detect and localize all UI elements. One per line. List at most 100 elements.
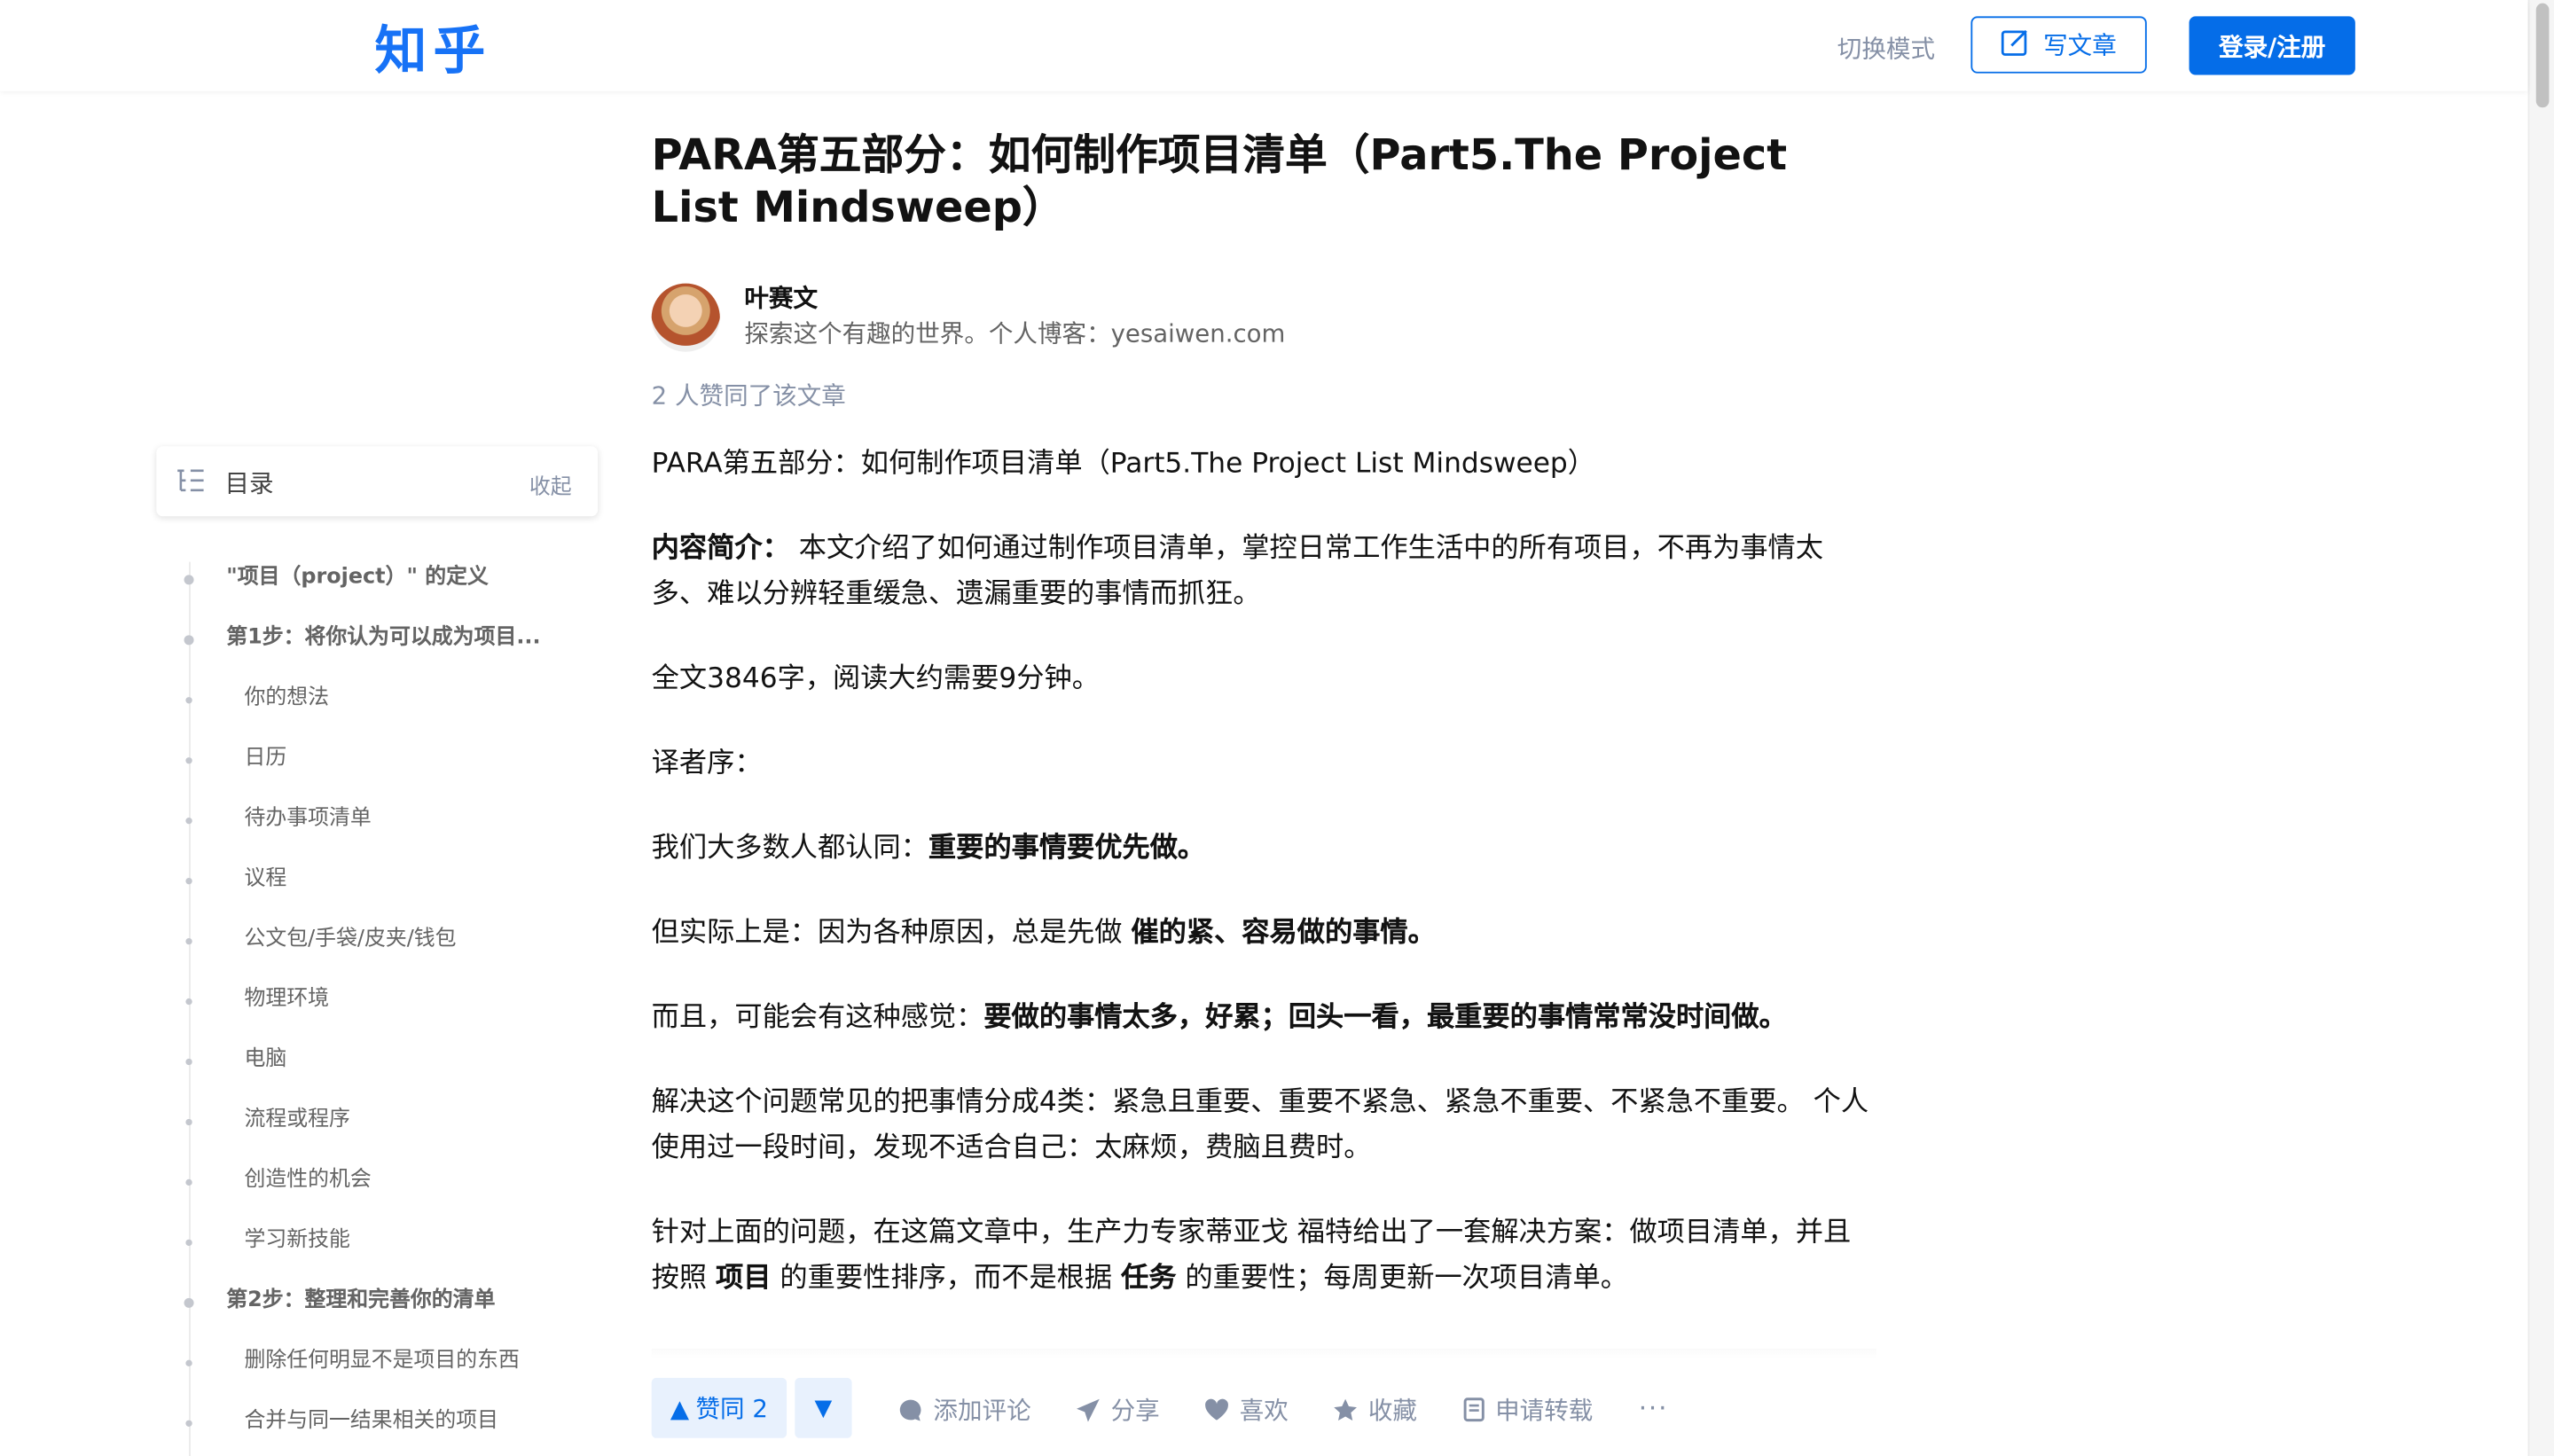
catalog-icon: [176, 467, 205, 500]
toc-bullet-icon: [185, 1118, 192, 1126]
upvote-label: 赞同 2: [695, 1394, 768, 1424]
paragraph: 针对上面的问题，在这篇文章中，生产力专家蒂亚戈 福特给出了一套解决方案：做项目清…: [652, 1210, 1876, 1302]
toc-bullet-icon: [185, 757, 192, 764]
toc-item[interactable]: 日历: [163, 732, 587, 792]
toc-item-label: 物理环境: [244, 987, 330, 1012]
upvote-count-text[interactable]: 2 人赞同了该文章: [652, 378, 1876, 412]
toc-item[interactable]: 你的想法: [163, 671, 587, 732]
heart-icon: [1203, 1397, 1229, 1422]
toc-bullet-icon: [184, 1297, 194, 1308]
avatar[interactable]: [651, 283, 720, 352]
page: 知乎 切换模式 写文章 登录/注册 目录 收起 "项目（project）" 的定…: [0, 0, 2554, 1456]
toc-title: 目录: [224, 468, 274, 499]
repost-request-button[interactable]: 申请转载: [1462, 1392, 1593, 1427]
page-scrollbar[interactable]: [2527, 0, 2554, 1456]
toc-item[interactable]: 电脑: [163, 1032, 587, 1092]
action-bar: ▲ 赞同 2 ▼ 添加评论 分享 喜欢 收藏 申请转载 ···: [651, 1377, 1890, 1440]
action-bar-divider: [651, 1348, 1876, 1358]
paragraph: 内容简介： 本文介绍了如何通过制作项目清单，掌控日常工作生活中的所有项目，不再为…: [652, 526, 1876, 617]
paper-plane-icon: [1075, 1397, 1101, 1422]
toc-item-label: 第1步：将你认为可以成为项目...: [226, 625, 541, 650]
toc-bullet-icon: [185, 697, 192, 704]
text-span: 但实际上是：因为各种原因，总是先做: [651, 917, 1132, 950]
downvote-button[interactable]: ▼: [795, 1377, 852, 1438]
toc-item-label: 日历: [244, 746, 287, 771]
toc-item-label: 流程或程序: [244, 1107, 350, 1132]
toc-item[interactable]: "项目（project）" 的定义: [163, 551, 587, 611]
share-button[interactable]: 分享: [1075, 1392, 1160, 1427]
toc-item-label: 第2步：整理和完善你的清单: [226, 1288, 496, 1313]
article-body: PARA第五部分：如何制作项目清单（Part5.The Project List…: [652, 442, 1876, 1302]
toc-item[interactable]: 物理环境: [163, 973, 587, 1033]
write-article-button[interactable]: 写文章: [1970, 16, 2147, 74]
bold-span: 项目: [716, 1262, 772, 1296]
toc-item-label: 议程: [244, 866, 287, 891]
zhihu-logo[interactable]: 知乎: [374, 10, 491, 84]
toc-item-label: 删除任何明显不是项目的东西: [244, 1348, 520, 1374]
star-icon: [1332, 1397, 1358, 1422]
toc-item-label: 你的想法: [244, 685, 330, 710]
toc-item-label: 创造性的机会: [244, 1167, 372, 1193]
article: PARA第五部分：如何制作项目清单（Part5.The Project List…: [651, 130, 1876, 1341]
toc-bullet-icon: [185, 877, 192, 885]
triangle-down-icon: ▼: [814, 1395, 833, 1421]
upvote-button[interactable]: ▲ 赞同 2: [651, 1377, 787, 1438]
scrollbar-thumb[interactable]: [2535, 3, 2550, 108]
document-icon: [1462, 1397, 1485, 1422]
author-name[interactable]: 叶赛文: [744, 280, 818, 315]
paragraph: 但实际上是：因为各种原因，总是先做 催的紧、容易做的事情。: [652, 911, 1876, 956]
summary-text: 本文介绍了如何通过制作项目清单，掌控日常工作生活中的所有项目，不再为事情太多、难…: [651, 532, 1824, 611]
author-info: 叶赛文 探索这个有趣的世界。个人博客：yesaiwen.com: [651, 280, 1876, 372]
toc-bullet-icon: [185, 1359, 192, 1366]
toc-item-label: 合并与同一结果相关的项目: [244, 1408, 499, 1434]
bold-span: 催的紧、容易做的事情。: [1131, 917, 1436, 950]
toc-item[interactable]: 学习新技能: [163, 1213, 587, 1273]
toc-bullet-icon: [185, 998, 192, 1006]
text-span: 的重要性排序，而不是根据: [771, 1262, 1122, 1296]
toc-list: "项目（project）" 的定义第1步：将你认为可以成为项目... 你的想法日历…: [163, 551, 587, 1454]
toc-collapse-button[interactable]: 收起: [529, 469, 572, 500]
toc-item[interactable]: 第2步：整理和完善你的清单: [163, 1273, 587, 1334]
text-span: 的重要性；每周更新一次项目清单。: [1176, 1262, 1629, 1296]
comment-button[interactable]: 添加评论: [897, 1392, 1031, 1427]
toc-item-label: "项目（project）" 的定义: [226, 565, 489, 590]
toc-item[interactable]: 流程或程序: [163, 1092, 587, 1153]
paragraph: 解决这个问题常见的把事情分成4类：紧急且重要、重要不紧急、紧急不重要、不紧急不重…: [651, 1086, 1869, 1165]
comment-label: 添加评论: [933, 1396, 1031, 1426]
toc-item-label: 待办事项清单: [244, 806, 372, 831]
repost-request-label: 申请转载: [1495, 1396, 1594, 1426]
more-options-button[interactable]: ···: [1639, 1392, 1669, 1423]
login-register-button[interactable]: 登录/注册: [2189, 16, 2355, 75]
summary-label: 内容简介：: [651, 532, 790, 566]
toc-header: 目录 收起: [156, 446, 599, 517]
switch-mode-button[interactable]: 切换模式: [1837, 31, 1935, 66]
paragraph: 译者序：: [651, 748, 763, 780]
toc-bullet-icon: [185, 1239, 192, 1247]
paragraph: 全文3846字，阅读大约需要9分钟。: [651, 662, 1100, 696]
toc-item[interactable]: 议程: [163, 852, 587, 912]
bold-span: 要做的事情太多，好累；回头一看，最重要的事情常常没时间做。: [983, 1001, 1787, 1035]
toc-item[interactable]: 删除任何明显不是项目的东西: [163, 1334, 587, 1394]
toc-item-label: 学习新技能: [244, 1227, 350, 1253]
toc-item[interactable]: 待办事项清单: [163, 792, 587, 852]
toc-item[interactable]: 合并与同一结果相关的项目: [163, 1394, 587, 1454]
toc-item[interactable]: 创造性的机会: [163, 1153, 587, 1213]
paragraph: PARA第五部分：如何制作项目清单（Part5.The Project List…: [651, 448, 1595, 481]
bold-span: 任务: [1121, 1262, 1177, 1296]
article-title: PARA第五部分：如何制作项目清单（Part5.The Project List…: [651, 131, 1788, 233]
collect-button[interactable]: 收藏: [1332, 1392, 1417, 1427]
toc-item-label: 电脑: [244, 1046, 287, 1072]
toc-bullet-icon: [184, 635, 194, 646]
paragraph: 我们大多数人都认同：重要的事情要优先做。: [652, 826, 1876, 871]
bold-span: 重要的事情要优先做。: [928, 832, 1206, 865]
top-header: 知乎 切换模式 写文章 登录/注册: [0, 0, 2528, 91]
author-description: 探索这个有趣的世界。个人博客：yesaiwen.com: [744, 318, 1286, 349]
comment-icon: [897, 1397, 923, 1422]
edit-icon: [2001, 27, 2030, 62]
toc-item[interactable]: 公文包/手袋/皮夹/钱包: [163, 912, 587, 973]
like-button[interactable]: 喜欢: [1203, 1392, 1289, 1427]
toc-item-label: 公文包/手袋/皮夹/钱包: [244, 927, 457, 951]
toc-item[interactable]: 第1步：将你认为可以成为项目...: [163, 611, 587, 671]
write-article-label: 写文章: [2043, 30, 2117, 60]
triangle-up-icon: ▲: [670, 1393, 690, 1423]
